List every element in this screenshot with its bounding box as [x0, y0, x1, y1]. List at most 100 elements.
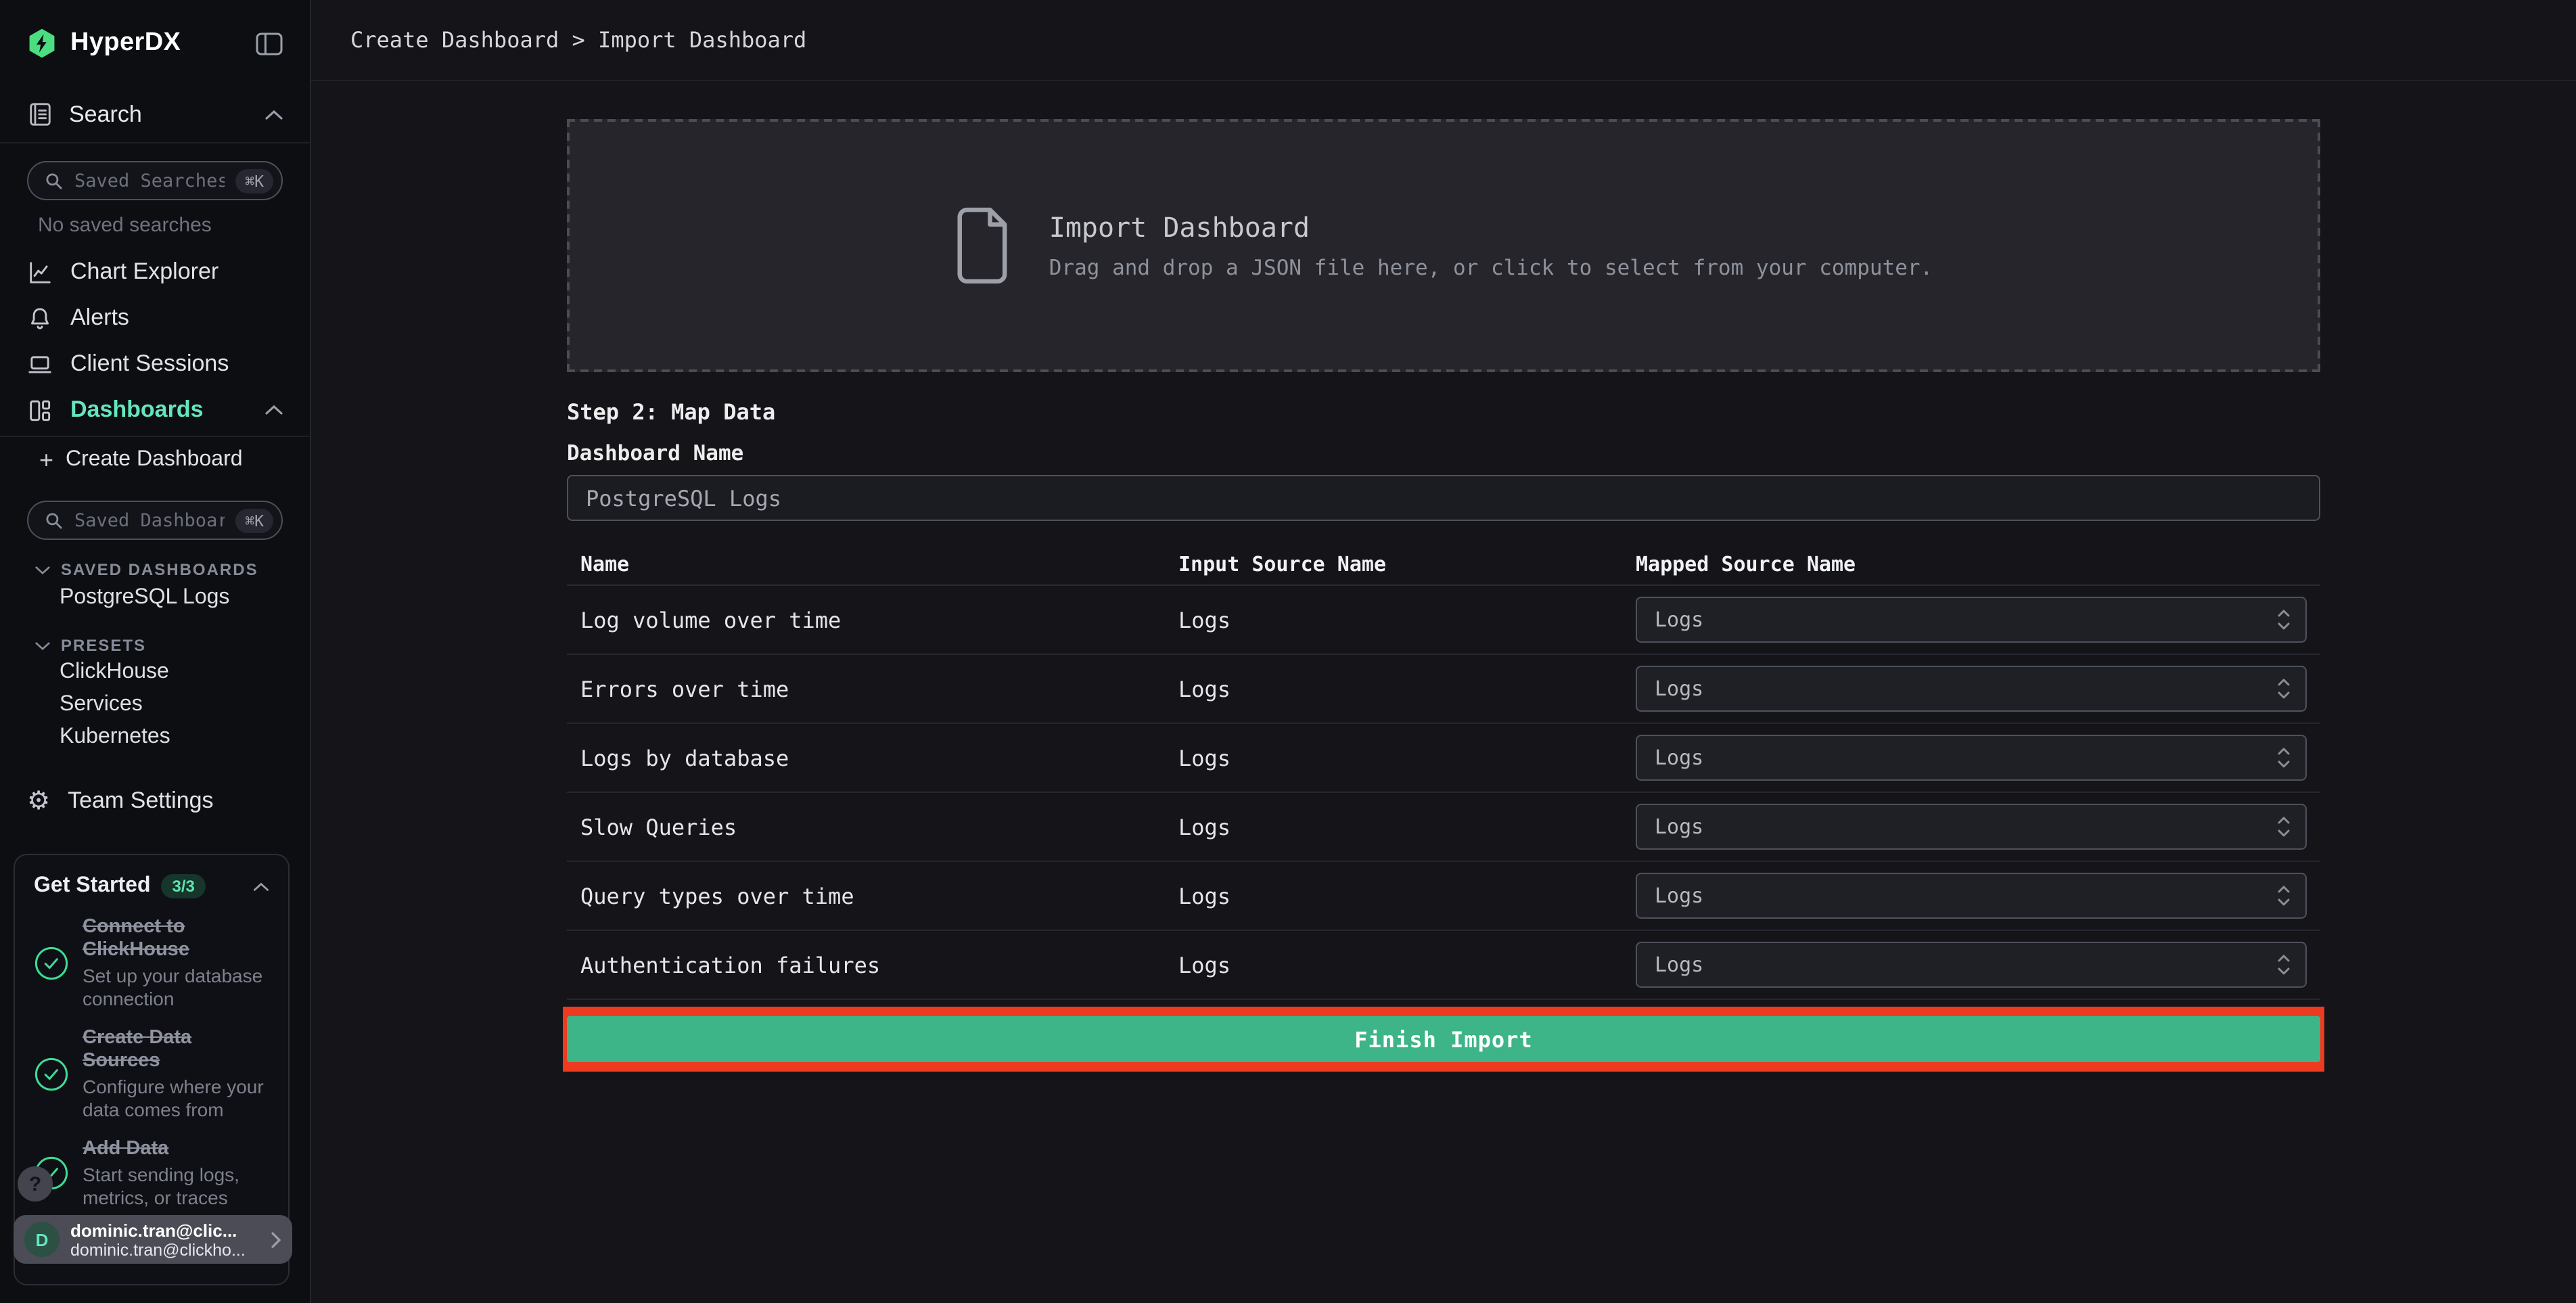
row-input-source: Logs: [1178, 676, 1231, 702]
saved-dashboards-input[interactable]: Saved Dashboards ⌘K: [27, 501, 283, 540]
sidebar-item-alerts[interactable]: Alerts: [0, 295, 310, 341]
sidebar-item-chart-explorer[interactable]: Chart Explorer: [0, 249, 310, 295]
help-button[interactable]: ?: [18, 1166, 53, 1202]
laptop-icon: [27, 351, 53, 377]
row-input-source: Logs: [1178, 745, 1231, 771]
get-started-progress-badge: 3/3: [161, 874, 206, 898]
saved-dashboards-group-header[interactable]: SAVED DASHBOARDS: [0, 559, 310, 580]
mapping-table: Name Input Source Name Mapped Source Nam…: [567, 543, 2320, 1000]
hyperdx-app: HyperDX Search Saved Searches ⌘K No save…: [0, 0, 2576, 1303]
sidebar: HyperDX Search Saved Searches ⌘K No save…: [0, 0, 311, 1303]
line-chart-icon: [27, 259, 53, 285]
sidebar-item-dashboards[interactable]: Dashboards: [0, 387, 310, 433]
get-started-header[interactable]: Get Started 3/3: [34, 874, 269, 898]
sidebar-item-kubernetes[interactable]: Kubernetes: [0, 721, 310, 754]
mapped-source-select[interactable]: Logs: [1636, 666, 2307, 712]
shortcut-badge: ⌘K: [235, 508, 273, 532]
red-annotation-box: Finish Import: [563, 1007, 2324, 1072]
mapped-source-select[interactable]: Logs: [1636, 735, 2307, 781]
row-name: Log volume over time: [580, 607, 842, 633]
select-chevrons-icon: [2277, 746, 2291, 770]
select-chevrons-icon: [2277, 677, 2291, 701]
mapped-source-select[interactable]: Logs: [1636, 597, 2307, 643]
table-row: Logs by database Logs Logs: [567, 724, 2320, 793]
dashboard-grid-icon: [27, 397, 53, 423]
mapped-source-select[interactable]: Logs: [1636, 804, 2307, 850]
collapse-sidebar-icon[interactable]: [256, 32, 283, 55]
table-row: Log volume over time Logs Logs: [567, 586, 2320, 655]
row-name: Authentication failures: [580, 952, 881, 978]
presets-group-header[interactable]: PRESETS: [0, 635, 310, 656]
sidebar-item-clickhouse[interactable]: ClickHouse: [0, 656, 310, 689]
dropzone-title: Import Dashboard: [1049, 211, 1310, 244]
sidebar-item-services[interactable]: Services: [0, 689, 310, 721]
select-chevrons-icon: [2277, 815, 2291, 839]
sidebar-section-search[interactable]: Search: [0, 87, 310, 143]
import-dropzone[interactable]: Import Dashboard Drag and drop a JSON fi…: [567, 119, 2320, 372]
logo-row: HyperDX: [0, 0, 310, 87]
column-header-input-source: Input Source Name: [1178, 551, 1387, 576]
chevron-down-icon: [35, 641, 50, 650]
finish-import-button[interactable]: Finish Import: [567, 1016, 2320, 1062]
chevron-up-icon: [253, 882, 269, 891]
journal-icon: [27, 101, 53, 127]
user-email: dominic.tran@clickho...: [70, 1240, 246, 1259]
check-circle-icon: [34, 1056, 69, 1091]
column-header-mapped-source: Mapped Source Name: [1636, 551, 1856, 576]
plus-icon: +: [39, 447, 54, 474]
chevron-right-icon: [271, 1231, 281, 1248]
table-row: Authentication failures Logs Logs: [567, 931, 2320, 1000]
select-chevrons-icon: [2277, 608, 2291, 632]
row-input-source: Logs: [1178, 814, 1231, 840]
sidebar-item-team-settings[interactable]: ⚙ Team Settings: [0, 778, 310, 824]
saved-searches-placeholder: Saved Searches: [74, 170, 225, 191]
shortcut-badge: ⌘K: [235, 168, 273, 193]
search-icon: [45, 171, 64, 190]
breadcrumb[interactable]: Create Dashboard > Import Dashboard: [350, 27, 806, 53]
topbar: Create Dashboard > Import Dashboard: [311, 0, 2576, 81]
file-icon: [954, 207, 1014, 284]
mapped-source-select[interactable]: Logs: [1636, 942, 2307, 988]
step-label: Step 2: Map Data: [567, 399, 776, 425]
create-dashboard-label: Create Dashboard: [66, 448, 243, 471]
user-menu[interactable]: D dominic.tran@clic... dominic.tran@clic…: [14, 1215, 292, 1264]
get-started-title: Get Started: [34, 874, 151, 897]
row-input-source: Logs: [1178, 952, 1231, 978]
select-chevrons-icon: [2277, 884, 2291, 908]
main-area: Create Dashboard > Import Dashboard Impo…: [311, 0, 2576, 1303]
get-started-item-add-data[interactable]: Add Data Start sending logs, metrics, or…: [34, 1138, 269, 1208]
row-name: Logs by database: [580, 745, 789, 771]
hyperdx-logo-icon: [27, 28, 57, 58]
row-name: Errors over time: [580, 676, 789, 702]
get-started-item-connect[interactable]: Connect to ClickHouse Set up your databa…: [34, 916, 269, 1009]
avatar: D: [24, 1222, 60, 1257]
get-started-item-sources[interactable]: Create Data Sources Configure where your…: [34, 1027, 269, 1120]
sidebar-item-client-sessions[interactable]: Client Sessions: [0, 341, 310, 387]
no-saved-searches-note: No saved searches: [38, 214, 212, 237]
dashboard-name-label: Dashboard Name: [567, 441, 744, 465]
bell-icon: [27, 305, 53, 331]
dashboard-name-input[interactable]: [567, 475, 2320, 521]
import-dashboard-page: Import Dashboard Drag and drop a JSON fi…: [311, 81, 2576, 1303]
column-header-name: Name: [580, 551, 630, 576]
row-input-source: Logs: [1178, 883, 1231, 909]
dropzone-description: Drag and drop a JSON file here, or click…: [1049, 256, 1933, 280]
create-dashboard-button[interactable]: + Create Dashboard: [0, 437, 310, 483]
table-header-row: Name Input Source Name Mapped Source Nam…: [567, 543, 2320, 586]
table-row: Query types over time Logs Logs: [567, 862, 2320, 931]
search-icon: [45, 511, 64, 530]
row-name: Query types over time: [580, 883, 854, 909]
saved-searches-input[interactable]: Saved Searches ⌘K: [27, 161, 283, 200]
chevron-down-icon: [35, 566, 50, 574]
chevron-up-icon: [265, 109, 283, 120]
search-section-label: Search: [69, 101, 142, 127]
table-row: Errors over time Logs Logs: [567, 655, 2320, 724]
row-name: Slow Queries: [580, 814, 737, 840]
mapped-source-select[interactable]: Logs: [1636, 873, 2307, 919]
select-chevrons-icon: [2277, 953, 2291, 977]
sidebar-item-postgresql-logs[interactable]: PostgreSQL Logs: [0, 580, 310, 616]
gear-icon: ⚙: [27, 787, 51, 815]
check-circle-icon: [34, 945, 69, 980]
saved-dashboards-placeholder: Saved Dashboards: [74, 509, 225, 531]
table-row: Slow Queries Logs Logs: [567, 793, 2320, 862]
